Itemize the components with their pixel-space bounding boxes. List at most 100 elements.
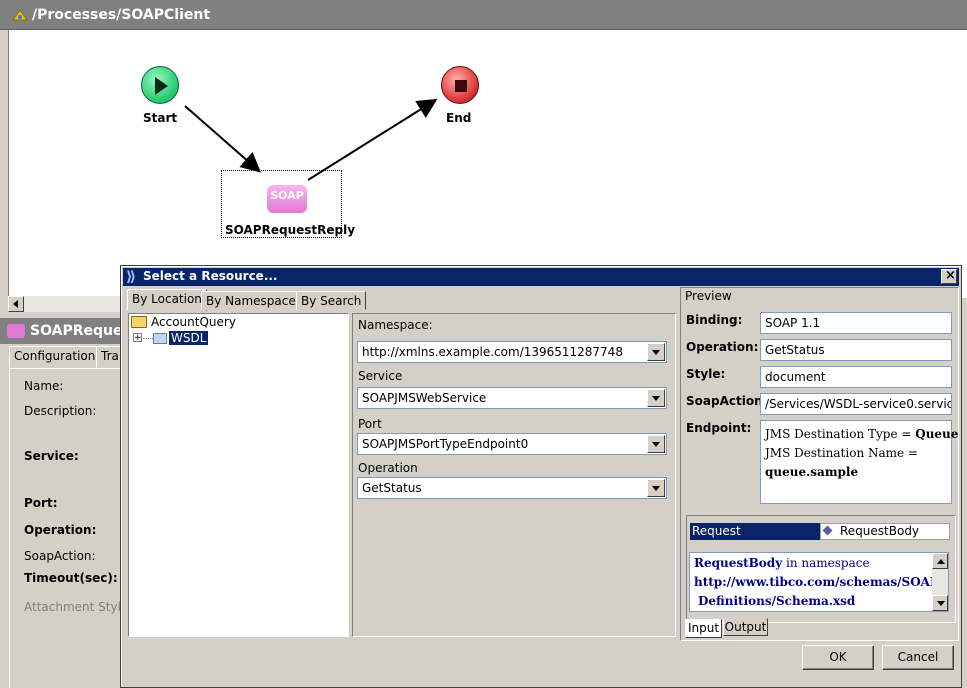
config-panel-title: SOAPReque <box>30 323 122 339</box>
tab-transitions[interactable]: Tra <box>96 346 123 368</box>
name-label: Name: <box>24 379 63 393</box>
endpoint-box: JMS Destination Type = Queue JMS Destina… <box>760 420 952 504</box>
endpoint-type-value: Queue <box>915 427 958 441</box>
tree-connector <box>143 338 153 339</box>
ok-button[interactable]: OK <box>802 645 874 670</box>
scroll-left-button[interactable] <box>8 296 24 312</box>
chevron-down-icon[interactable] <box>647 435 665 453</box>
tab-output-label: Output <box>725 620 767 634</box>
preview-operation-label: Operation: <box>686 340 758 354</box>
endpoint-line-3: queue.sample <box>765 463 951 482</box>
style-value: document <box>765 370 826 384</box>
schema-in-namespace: in namespace <box>782 556 869 570</box>
chevron-down-icon[interactable] <box>647 343 665 361</box>
style-label: Style: <box>686 367 725 381</box>
description-label: Description: <box>24 404 96 418</box>
endpoint-type-prefix: JMS Destination Type = <box>765 427 915 441</box>
preview-title: Preview <box>685 289 732 303</box>
resource-tree[interactable] <box>128 313 349 637</box>
request-node[interactable]: Request <box>690 523 820 540</box>
link-start-to-activity <box>185 106 258 170</box>
schema-box: RequestBody in namespace http://www.tibc… <box>689 552 949 612</box>
namespace-value: http://xmlns.example.com/1396511287748 <box>362 342 623 362</box>
schema-vertical-scrollbar[interactable] <box>932 553 948 611</box>
request-body-node[interactable]: RequestBody <box>820 523 950 540</box>
process-links <box>0 0 967 300</box>
request-body-label: RequestBody <box>840 524 919 539</box>
chevron-down-icon[interactable] <box>647 389 665 407</box>
preview-operation-field: GetStatus <box>760 339 952 361</box>
namespace-label: Namespace: <box>358 318 433 332</box>
arrow-left-icon <box>13 300 18 308</box>
service-value: SOAPJMSWebService <box>362 388 486 408</box>
tab-transitions-label: Tra <box>101 349 119 363</box>
dialog-titlebar[interactable]: ⟫ Select a Resource... × <box>123 268 959 286</box>
port-value: SOAPJMSPortTypeEndpoint0 <box>362 434 528 454</box>
endpoint-line-1: JMS Destination Type = Queue <box>765 425 951 444</box>
tree-root-item[interactable]: AccountQuery <box>151 315 236 329</box>
schema-namespace-link[interactable]: http://www.tibco.com/schemas/SOAPJM <box>694 573 948 592</box>
horizontal-scrollbar[interactable] <box>24 296 124 312</box>
operation-label: Operation: <box>24 523 96 537</box>
service-label: Service: <box>24 449 79 463</box>
operation-combo[interactable]: GetStatus <box>357 477 667 499</box>
soap-activity-node[interactable]: SOAP SOAPRequestReply <box>221 170 342 238</box>
ok-button-label: OK <box>829 650 846 664</box>
close-icon: × <box>945 268 956 283</box>
link-activity-to-end <box>308 101 434 180</box>
operation-value: GetStatus <box>362 478 422 498</box>
cancel-button[interactable]: Cancel <box>882 645 954 670</box>
port-combo-label: Port <box>358 417 382 431</box>
schema-location-link[interactable]: Definitions/Schema.xsd <box>694 592 948 611</box>
cancel-button-label: Cancel <box>898 650 939 664</box>
timeout-label: Timeout(sec): <box>24 571 118 585</box>
tab-configuration-label: Configuration <box>14 349 95 363</box>
start-node[interactable] <box>141 66 179 104</box>
preview-operation-value: GetStatus <box>765 343 825 357</box>
arrow-down-icon <box>937 601 945 606</box>
dialog-close-button[interactable]: × <box>941 269 957 284</box>
binding-label: Binding: <box>686 313 742 327</box>
preview-soapaction-field: /Services/WSDL-service0.servicea <box>760 393 952 415</box>
port-label: Port: <box>24 496 58 510</box>
operation-combo-label: Operation <box>358 461 418 475</box>
tab-by-namespace-label: By Namespace <box>206 294 296 308</box>
request-label: Request <box>692 524 741 538</box>
tree-expand-icon[interactable]: + <box>133 333 142 342</box>
folder-icon <box>131 316 147 328</box>
service-combo[interactable]: SOAPJMSWebService <box>357 387 667 409</box>
port-combo[interactable]: SOAPJMSPortTypeEndpoint0 <box>357 433 667 455</box>
config-panel-titlebar: SOAPReque <box>0 318 125 344</box>
scroll-down-button[interactable] <box>932 595 948 611</box>
arrow-up-icon <box>937 559 945 564</box>
tab-configuration[interactable]: Configuration <box>9 346 100 368</box>
tab-by-namespace[interactable]: By Namespace <box>201 291 301 310</box>
tibco-icon: ⟫ <box>126 269 142 285</box>
end-node-label: End <box>446 111 471 125</box>
chevron-down-icon[interactable] <box>647 479 665 497</box>
wsdl-icon <box>153 333 167 344</box>
tab-by-location[interactable]: By Location <box>127 289 207 311</box>
endpoint-line-2: JMS Destination Name = <box>765 444 951 463</box>
tab-by-search[interactable]: By Search <box>296 291 366 310</box>
tab-output[interactable]: Output <box>723 618 768 636</box>
tab-input-label: Input <box>688 621 719 635</box>
tab-by-location-label: By Location <box>132 292 202 306</box>
binding-value: SOAP 1.1 <box>765 316 820 330</box>
play-icon <box>155 77 168 95</box>
tab-input[interactable]: Input <box>685 619 722 638</box>
namespace-combo[interactable]: http://xmlns.example.com/1396511287748 <box>357 341 667 363</box>
binding-field: SOAP 1.1 <box>760 312 952 334</box>
schema-line-1: RequestBody in namespace <box>694 554 948 573</box>
end-node[interactable] <box>441 66 479 104</box>
preview-soapaction-value: /Services/WSDL-service0.servicea <box>765 397 952 411</box>
endpoint-label: Endpoint: <box>686 421 751 435</box>
preview-soapaction-label: SoapAction: <box>686 394 767 408</box>
tree-wsdl-item[interactable]: WSDL <box>169 331 208 345</box>
diamond-icon <box>823 526 833 536</box>
service-combo-label: Service <box>358 369 402 383</box>
scroll-up-button[interactable] <box>932 553 948 569</box>
style-field: document <box>760 366 952 388</box>
attachment-style-label: Attachment Style: <box>24 600 132 614</box>
tab-by-search-label: By Search <box>301 294 361 308</box>
